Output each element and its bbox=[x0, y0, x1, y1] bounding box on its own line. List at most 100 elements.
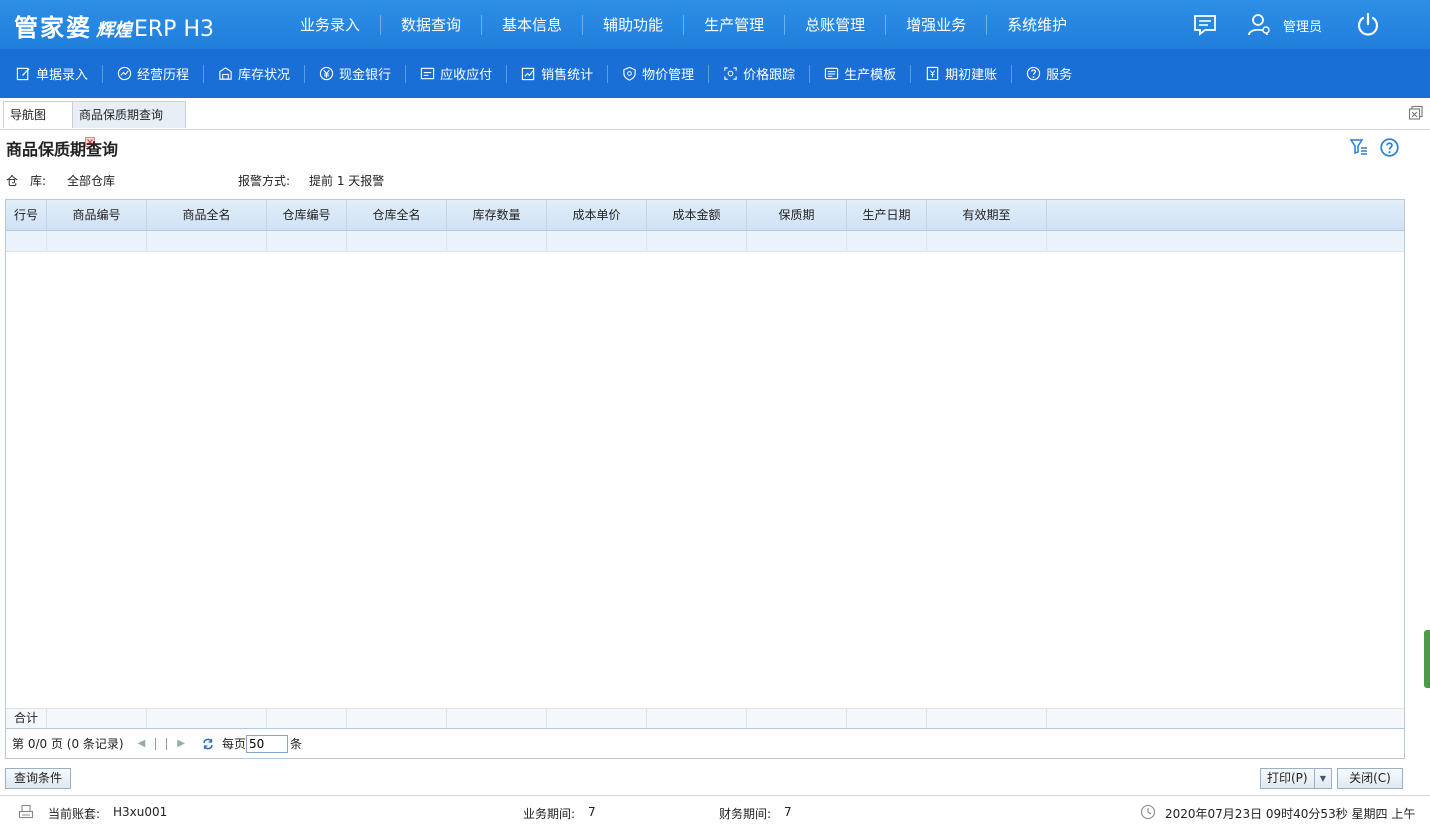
col-header-production-date[interactable]: 生产日期 bbox=[847, 200, 927, 230]
currency-icon bbox=[319, 66, 334, 81]
account-value: H3xu001 bbox=[113, 805, 168, 819]
tool-sales-stats[interactable]: 销售统计 bbox=[507, 64, 609, 83]
power-icon[interactable] bbox=[1355, 12, 1381, 38]
side-panel-handle[interactable] bbox=[1424, 630, 1430, 688]
tab-label: 导航图 bbox=[10, 108, 47, 122]
trend-icon bbox=[117, 66, 132, 81]
per-page-input[interactable] bbox=[246, 734, 288, 753]
user-avatar-icon[interactable] bbox=[1246, 12, 1272, 38]
ledger-icon bbox=[926, 66, 939, 81]
tab-label: 商品保质期查询 bbox=[79, 108, 164, 122]
nav-item-basic-info[interactable]: 基本信息 bbox=[482, 14, 584, 35]
tool-receivable-payable[interactable]: 应收应付 bbox=[406, 64, 508, 83]
tool-production-template[interactable]: 生产模板 bbox=[810, 64, 912, 83]
tool-label: 服务 bbox=[1046, 68, 1073, 83]
tab-shelf-life-query[interactable]: 商品保质期查询 bbox=[72, 101, 186, 147]
nav-item-auxiliary[interactable]: 辅助功能 bbox=[583, 14, 685, 35]
financial-period-value: 7 bbox=[784, 805, 792, 819]
close-button[interactable]: 关闭(C) bbox=[1337, 768, 1403, 789]
col-header-warehouse-name[interactable]: 仓库全名 bbox=[347, 200, 447, 230]
page-info: 第 0/0 页 (0 条记录) bbox=[12, 737, 124, 751]
filter-icon[interactable] bbox=[1350, 138, 1368, 156]
col-header-warehouse-code[interactable]: 仓库编号 bbox=[267, 200, 347, 230]
tool-opening-accounts[interactable]: 期初建账 bbox=[911, 64, 1013, 83]
tool-label: 销售统计 bbox=[541, 68, 594, 83]
refresh-icon[interactable] bbox=[202, 738, 214, 750]
nav-item-ledger[interactable]: 总账管理 bbox=[785, 14, 887, 35]
brand-name: 管家婆 bbox=[14, 14, 92, 42]
tool-label: 价格跟踪 bbox=[743, 68, 796, 83]
status-bar: 当前账套: H3xu001 业务期间: 7 财务期间: 7 2020年07月23… bbox=[0, 795, 1430, 828]
warehouse-filter-label: 仓 库: bbox=[6, 174, 47, 188]
tool-document-entry[interactable]: 单据录入 bbox=[0, 64, 104, 83]
tool-price-tracking[interactable]: 价格跟踪 bbox=[709, 64, 811, 83]
col-header-stock-qty[interactable]: 库存数量 bbox=[447, 200, 547, 230]
grid-total-row: 合计 bbox=[6, 708, 1404, 728]
main-nav: 业务录入 数据查询 基本信息 辅助功能 生产管理 总账管理 增强业务 系统维护 bbox=[280, 0, 1087, 49]
grid-header: 行号 商品编号 商品全名 仓库编号 仓库全名 库存数量 成本单价 成本金额 保质… bbox=[6, 200, 1404, 231]
business-period-value: 7 bbox=[588, 805, 596, 819]
template-icon bbox=[824, 67, 839, 80]
close-all-tabs-icon[interactable] bbox=[1408, 105, 1424, 121]
col-header-product-code[interactable]: 商品编号 bbox=[47, 200, 147, 230]
nav-item-business-entry[interactable]: 业务录入 bbox=[280, 14, 382, 35]
dropdown-arrow-icon[interactable]: ▼ bbox=[1314, 769, 1331, 788]
shield-icon bbox=[623, 66, 636, 81]
col-header-shelf-life[interactable]: 保质期 bbox=[747, 200, 847, 230]
stats-icon bbox=[521, 67, 535, 81]
brand-product: ERP H3 bbox=[134, 17, 214, 42]
nav-item-production[interactable]: 生产管理 bbox=[684, 14, 786, 35]
alarm-mode-value: 提前 1 天报警 bbox=[309, 174, 385, 188]
tool-label: 期初建账 bbox=[945, 68, 998, 83]
print-button[interactable]: 打印(P) ▼ bbox=[1260, 768, 1332, 789]
tool-cash-bank[interactable]: 现金银行 bbox=[305, 64, 407, 83]
tool-label: 生产模板 bbox=[844, 68, 897, 83]
tool-label: 应收应付 bbox=[440, 68, 493, 83]
alarm-mode-label: 报警方式: bbox=[238, 174, 291, 188]
tool-label: 物价管理 bbox=[642, 68, 695, 83]
col-header-row-no[interactable]: 行号 bbox=[6, 200, 47, 230]
results-grid: 行号 商品编号 商品全名 仓库编号 仓库全名 库存数量 成本单价 成本金额 保质… bbox=[5, 199, 1405, 759]
warehouse-filter-value: 全部仓库 bbox=[67, 174, 116, 188]
nav-item-data-query[interactable]: 数据查询 bbox=[381, 14, 483, 35]
print-label: 打印(P) bbox=[1267, 771, 1308, 785]
brand-sub: 辉煌 bbox=[96, 20, 132, 41]
query-conditions-button[interactable]: 查询条件 bbox=[5, 768, 71, 789]
financial-period-label: 财务期间: bbox=[719, 807, 772, 821]
help-circle-icon[interactable] bbox=[1380, 138, 1399, 157]
receivable-icon bbox=[420, 67, 435, 80]
tool-label: 经营历程 bbox=[137, 68, 190, 83]
tab-navigation-map[interactable]: 导航图 bbox=[3, 101, 73, 128]
col-header-product-name[interactable]: 商品全名 bbox=[147, 200, 267, 230]
warehouse-icon bbox=[219, 67, 232, 80]
help-icon bbox=[1027, 66, 1041, 81]
top-header: 管家婆 辉煌 ERP H3 业务录入 数据查询 基本信息 辅助功能 生产管理 总… bbox=[0, 0, 1430, 49]
message-icon[interactable] bbox=[1192, 12, 1218, 38]
tool-service[interactable]: 服务 bbox=[1012, 65, 1086, 83]
per-page-unit: 条 bbox=[290, 737, 303, 751]
printer-icon bbox=[18, 804, 34, 819]
brand-logo: 管家婆 辉煌 ERP H3 bbox=[14, 8, 214, 42]
edit-icon bbox=[16, 67, 30, 81]
business-period-label: 业务期间: bbox=[523, 807, 576, 821]
table-row[interactable] bbox=[6, 231, 1404, 252]
col-header-cost-amount[interactable]: 成本金额 bbox=[647, 200, 747, 230]
nav-item-enhanced[interactable]: 增强业务 bbox=[886, 14, 988, 35]
page-title: 商品保质期查询 bbox=[6, 140, 119, 159]
tool-label: 单据录入 bbox=[36, 68, 89, 83]
total-label: 合计 bbox=[6, 709, 47, 728]
prev-page-icon[interactable]: ◀ bbox=[138, 738, 146, 749]
quick-toolbar: 单据录入 经营历程 库存状况 现金银行 应收应付 销售统计 物价管理 价格跟踪 … bbox=[0, 49, 1430, 98]
tool-price-management[interactable]: 物价管理 bbox=[608, 64, 710, 83]
user-name[interactable]: 管理员 bbox=[1283, 16, 1322, 35]
pagination-bar: 第 0/0 页 (0 条记录) ◀ ▶ 每页 条 bbox=[6, 728, 1404, 758]
col-header-expiry-date[interactable]: 有效期至 bbox=[927, 200, 1047, 230]
col-header-unit-cost[interactable]: 成本单价 bbox=[547, 200, 647, 230]
clock-icon bbox=[1140, 804, 1156, 820]
next-page-icon[interactable]: ▶ bbox=[177, 738, 185, 749]
tab-strip: 导航图 商品保质期查询 bbox=[0, 98, 1430, 147]
nav-item-system[interactable]: 系统维护 bbox=[987, 15, 1087, 35]
tool-business-history[interactable]: 经营历程 bbox=[103, 64, 205, 83]
tool-inventory-status[interactable]: 库存状况 bbox=[204, 64, 306, 83]
tool-label: 现金银行 bbox=[339, 68, 392, 83]
